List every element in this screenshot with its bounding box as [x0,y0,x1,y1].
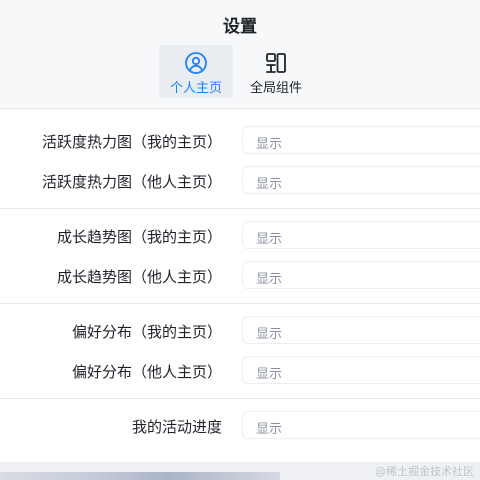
select-value: 显示 [256,137,283,152]
divider [0,303,480,304]
setting-label: 活跃度热力图（我的主页） [41,133,222,151]
settings-header: 设置 个人主页 全局组件 [0,0,480,109]
setting-label: 成长趋势图（他人主页） [56,268,222,286]
visibility-select[interactable]: 显示 [242,316,480,344]
user-circle-icon [185,52,207,74]
setting-row-heatmap-others: 活跃度热力图（他人主页） 显示 [0,166,480,196]
setting-row-heatmap-mine: 活跃度热力图（我的主页） 显示 [0,126,480,156]
select-value: 显示 [256,232,283,247]
tab-label: 个人主页 [169,81,222,96]
setting-row-preference-mine: 偏好分布（我的主页） 显示 [0,316,480,346]
visibility-select[interactable]: 显示 [242,166,480,194]
setting-label: 我的活动进度 [131,418,222,436]
setting-label: 活跃度热力图（他人主页） [41,173,222,191]
visibility-select[interactable]: 显示 [242,126,480,154]
setting-label: 偏好分布（我的主页） [71,323,222,341]
tab-personal-homepage[interactable]: 个人主页 [159,45,233,98]
select-value: 显示 [256,422,283,437]
select-value: 显示 [256,272,283,287]
setting-label: 偏好分布（他人主页） [71,363,222,381]
tab-label: 全局组件 [249,81,302,96]
select-value: 显示 [256,177,283,192]
setting-row-growth-mine: 成长趋势图（我的主页） 显示 [0,221,480,251]
select-value: 显示 [256,367,283,382]
setting-label: 成长趋势图（我的主页） [56,228,222,246]
divider [0,208,480,209]
divider [0,398,480,399]
watermark: @稀土掘金技术社区 [375,465,474,478]
visibility-select[interactable]: 显示 [242,356,480,384]
setting-row-growth-others: 成长趋势图（他人主页） 显示 [0,261,480,291]
select-value: 显示 [256,327,283,342]
background-image-fragment [0,472,280,480]
visibility-select[interactable]: 显示 [242,221,480,249]
components-icon [266,53,286,73]
visibility-select[interactable]: 显示 [242,411,480,439]
visibility-select[interactable]: 显示 [242,261,480,289]
tab-global-components[interactable]: 全局组件 [239,45,313,98]
page-title: 设置 [223,17,257,37]
setting-row-preference-others: 偏好分布（他人主页） 显示 [0,356,480,386]
setting-row-activity-progress: 我的活动进度 显示 [0,411,480,441]
